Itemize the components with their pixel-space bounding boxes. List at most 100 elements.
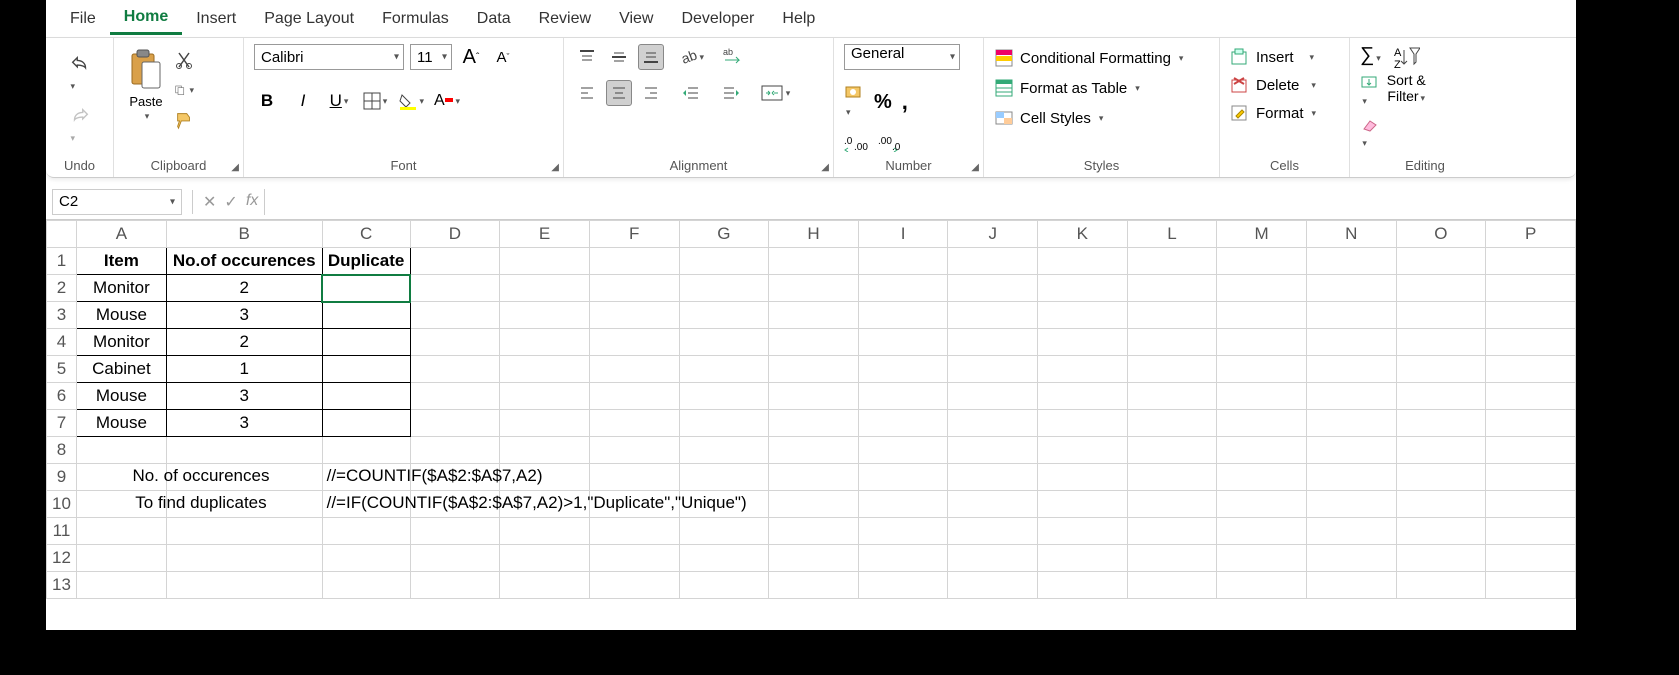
cell-H13[interactable] [769, 572, 859, 599]
cell-G8[interactable] [679, 437, 769, 464]
cell-G5[interactable] [679, 356, 769, 383]
cell-N1[interactable] [1306, 248, 1396, 275]
cell-A12[interactable] [76, 545, 166, 572]
cell-C10[interactable]: //=IF(COUNTIF($A$2:$A$7,A2)>1,"Duplicate… [322, 491, 410, 518]
cell-O11[interactable] [1396, 518, 1486, 545]
cell-P2[interactable] [1486, 275, 1576, 302]
cell-A8[interactable] [76, 437, 166, 464]
cell-E6[interactable] [500, 383, 590, 410]
col-header-M[interactable]: M [1217, 221, 1307, 248]
increase-indent-button[interactable] [718, 80, 744, 106]
increase-font-button[interactable]: Aˆ [458, 44, 484, 70]
align-right-button[interactable] [638, 80, 664, 106]
cell-B7[interactable]: 3 [166, 410, 322, 437]
underline-button[interactable]: U▾ [326, 88, 352, 114]
cell-A5[interactable]: Cabinet [76, 356, 166, 383]
name-box[interactable]: C2▾ [52, 189, 182, 215]
cell-F11[interactable] [589, 518, 679, 545]
cell-K10[interactable] [1038, 491, 1128, 518]
italic-button[interactable]: I [290, 88, 316, 114]
cell-E13[interactable] [500, 572, 590, 599]
cell-N7[interactable] [1306, 410, 1396, 437]
cell-B11[interactable] [166, 518, 322, 545]
cell-J4[interactable] [948, 329, 1038, 356]
decrease-font-button[interactable]: Aˇ [490, 44, 516, 70]
cell-C2[interactable] [322, 275, 410, 302]
cell-A7[interactable]: Mouse [76, 410, 166, 437]
alignment-launcher[interactable]: ◢ [821, 162, 829, 173]
col-header-K[interactable]: K [1038, 221, 1128, 248]
cell-G12[interactable] [679, 545, 769, 572]
cell-M1[interactable] [1217, 248, 1307, 275]
cell-F1[interactable] [589, 248, 679, 275]
cell-I12[interactable] [858, 545, 948, 572]
cell-M12[interactable] [1217, 545, 1307, 572]
cell-D5[interactable] [410, 356, 500, 383]
cell-I10[interactable] [858, 491, 948, 518]
cell-H5[interactable] [769, 356, 859, 383]
cell-B2[interactable]: 2 [166, 275, 322, 302]
menu-data[interactable]: Data [463, 4, 525, 34]
cell-M5[interactable] [1217, 356, 1307, 383]
cell-O8[interactable] [1396, 437, 1486, 464]
cell-A11[interactable] [76, 518, 166, 545]
cell-N8[interactable] [1306, 437, 1396, 464]
cell-D3[interactable] [410, 302, 500, 329]
cell-P11[interactable] [1486, 518, 1576, 545]
cell-C12[interactable] [322, 545, 410, 572]
cell-A6[interactable]: Mouse [76, 383, 166, 410]
cell-H11[interactable] [769, 518, 859, 545]
cell-O5[interactable] [1396, 356, 1486, 383]
cell-P12[interactable] [1486, 545, 1576, 572]
borders-button[interactable]: ▾ [362, 88, 388, 114]
col-header-C[interactable]: C [322, 221, 410, 248]
cell-I11[interactable] [858, 518, 948, 545]
cell-F9[interactable] [589, 464, 679, 491]
cell-F6[interactable] [589, 383, 679, 410]
cell-I9[interactable] [858, 464, 948, 491]
cell-G3[interactable] [679, 302, 769, 329]
spreadsheet-grid[interactable]: ABCDEFGHIJKLMNOP1ItemNo.of occurencesDup… [46, 220, 1576, 599]
insert-function-button[interactable]: fx [246, 192, 258, 212]
col-header-G[interactable]: G [679, 221, 769, 248]
cell-N11[interactable] [1306, 518, 1396, 545]
fill-button[interactable]: ▾ [1360, 75, 1380, 109]
cell-F4[interactable] [589, 329, 679, 356]
decrease-decimal-button[interactable]: .00.0 [878, 134, 902, 152]
cell-H8[interactable] [769, 437, 859, 464]
insert-cells-button[interactable]: Insert▾ [1230, 44, 1314, 70]
cell-N10[interactable] [1306, 491, 1396, 518]
undo-button[interactable]: ▾ [69, 54, 91, 94]
cell-G2[interactable] [679, 275, 769, 302]
cell-C11[interactable] [322, 518, 410, 545]
cell-P6[interactable] [1486, 383, 1576, 410]
cell-D13[interactable] [410, 572, 500, 599]
cell-F7[interactable] [589, 410, 679, 437]
cell-C13[interactable] [322, 572, 410, 599]
cell-M9[interactable] [1217, 464, 1307, 491]
cell-O4[interactable] [1396, 329, 1486, 356]
cell-K8[interactable] [1038, 437, 1128, 464]
col-header-P[interactable]: P [1486, 221, 1576, 248]
cell-I1[interactable] [858, 248, 948, 275]
font-color-button[interactable]: A▾ [434, 88, 460, 114]
cell-I4[interactable] [858, 329, 948, 356]
cell-C7[interactable] [322, 410, 410, 437]
cell-I6[interactable] [858, 383, 948, 410]
cell-B4[interactable]: 2 [166, 329, 322, 356]
cell-L6[interactable] [1127, 383, 1217, 410]
cell-C1[interactable]: Duplicate [322, 248, 410, 275]
cell-J3[interactable] [948, 302, 1038, 329]
cancel-formula-button[interactable]: ✕ [203, 192, 216, 212]
menu-help[interactable]: Help [768, 4, 829, 34]
format-cells-button[interactable]: Format▾ [1230, 100, 1316, 126]
cell-I7[interactable] [858, 410, 948, 437]
sort-filter-button[interactable]: AZ Sort & Filter▾ [1387, 44, 1426, 104]
cell-E8[interactable] [500, 437, 590, 464]
decrease-indent-button[interactable] [678, 80, 704, 106]
cell-H10[interactable] [769, 491, 859, 518]
copy-button[interactable]: ▾ [174, 80, 194, 100]
cell-P7[interactable] [1486, 410, 1576, 437]
col-header-L[interactable]: L [1127, 221, 1217, 248]
conditional-formatting-button[interactable]: Conditional Formatting▾ [994, 44, 1183, 72]
